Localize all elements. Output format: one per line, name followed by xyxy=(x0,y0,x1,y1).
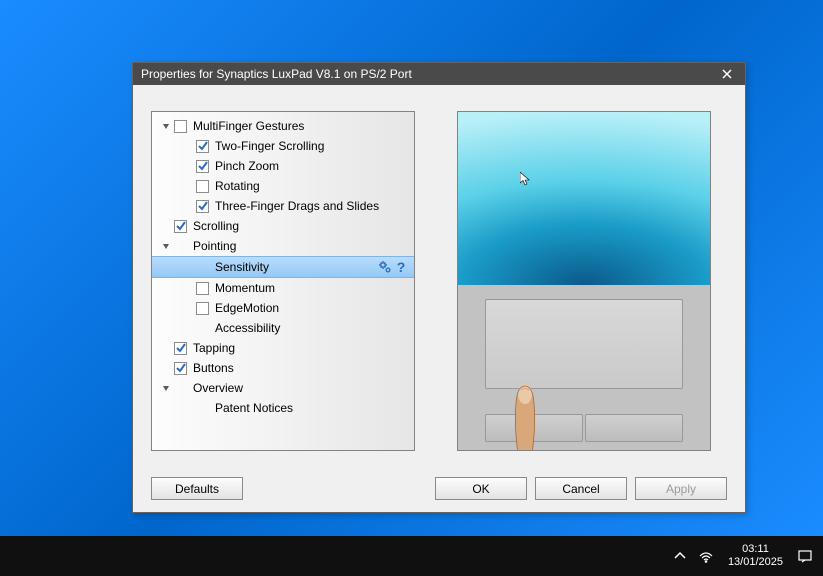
tree-item-sensitivity[interactable]: Sensitivity ? xyxy=(152,256,414,278)
taskbar[interactable]: 03:11 13/01/2025 xyxy=(0,536,823,576)
spacer xyxy=(182,261,194,273)
finger-illustration xyxy=(498,374,552,451)
svg-text:?: ? xyxy=(397,260,406,274)
tree-item-multifinger[interactable]: MultiFinger Gestures xyxy=(152,116,414,136)
spacer xyxy=(160,342,172,354)
tree-label: Sensitivity xyxy=(213,260,378,274)
spacer xyxy=(182,200,194,212)
close-icon xyxy=(722,69,732,79)
collapse-icon[interactable] xyxy=(160,382,172,394)
clock-time: 03:11 xyxy=(728,543,783,556)
apply-button: Apply xyxy=(635,477,727,500)
dialog-buttons: Defaults OK Cancel Apply xyxy=(151,477,727,500)
chevron-up-icon[interactable] xyxy=(672,548,688,564)
tree-label: EdgeMotion xyxy=(213,301,408,315)
spacer xyxy=(182,180,194,192)
notifications-icon[interactable] xyxy=(797,548,813,564)
checkbox-multifinger[interactable] xyxy=(174,120,187,133)
cursor-icon xyxy=(520,172,530,186)
tree-item-rotating[interactable]: Rotating xyxy=(152,176,414,196)
spacer xyxy=(160,362,172,374)
properties-dialog: Properties for Synaptics LuxPad V8.1 on … xyxy=(132,62,746,513)
spacer xyxy=(182,402,194,414)
collapse-icon[interactable] xyxy=(160,120,172,132)
system-tray: 03:11 13/01/2025 xyxy=(672,543,813,569)
tree-item-threefinger[interactable]: Three-Finger Drags and Slides xyxy=(152,196,414,216)
tree-label: Three-Finger Drags and Slides xyxy=(213,199,408,213)
tree-label: Overview xyxy=(191,381,408,395)
checkbox-edgemotion[interactable] xyxy=(196,302,209,315)
taskbar-clock[interactable]: 03:11 13/01/2025 xyxy=(728,543,783,569)
tree-label: Accessibility xyxy=(213,321,408,335)
tree-label: Tapping xyxy=(191,341,408,355)
preview-screen xyxy=(458,112,710,285)
checkbox-pinch[interactable] xyxy=(196,160,209,173)
tree-item-twofinger[interactable]: Two-Finger Scrolling xyxy=(152,136,414,156)
tree-item-pinch[interactable]: Pinch Zoom xyxy=(152,156,414,176)
tree-label: Buttons xyxy=(191,361,408,375)
spacer xyxy=(182,322,194,334)
cancel-button[interactable]: Cancel xyxy=(535,477,627,500)
tree-item-scrolling[interactable]: Scrolling xyxy=(152,216,414,236)
checkbox-scrolling[interactable] xyxy=(174,220,187,233)
tree-item-buttons[interactable]: Buttons xyxy=(152,358,414,378)
tree-item-patent[interactable]: Patent Notices xyxy=(152,398,414,418)
desktop: Properties for Synaptics LuxPad V8.1 on … xyxy=(0,0,823,536)
titlebar[interactable]: Properties for Synaptics LuxPad V8.1 on … xyxy=(133,63,745,85)
preview-panel xyxy=(457,111,711,451)
checkbox-rotating[interactable] xyxy=(196,180,209,193)
wifi-icon[interactable] xyxy=(698,548,714,564)
window-title: Properties for Synaptics LuxPad V8.1 on … xyxy=(141,67,717,81)
tree-label: Two-Finger Scrolling xyxy=(213,139,408,153)
tree-label: Rotating xyxy=(213,179,408,193)
checkbox-momentum[interactable] xyxy=(196,282,209,295)
spacer xyxy=(182,302,194,314)
tree-label: Momentum xyxy=(213,281,408,295)
preview-touchpad xyxy=(458,285,710,450)
tree-label: MultiFinger Gestures xyxy=(191,119,408,133)
tree-label: Patent Notices xyxy=(213,401,408,415)
checkbox-threefinger[interactable] xyxy=(196,200,209,213)
checkbox-buttons[interactable] xyxy=(174,362,187,375)
spacer xyxy=(182,160,194,172)
settings-icon[interactable] xyxy=(378,260,392,274)
settings-tree[interactable]: MultiFinger Gestures Two-Finger Scrollin… xyxy=(151,111,415,451)
touchpad-right-button xyxy=(585,414,683,442)
tree-item-overview[interactable]: Overview xyxy=(152,378,414,398)
help-icon[interactable]: ? xyxy=(394,260,408,274)
tree-label: Scrolling xyxy=(191,219,408,233)
ok-button[interactable]: OK xyxy=(435,477,527,500)
checkbox-tapping[interactable] xyxy=(174,342,187,355)
tree-label: Pinch Zoom xyxy=(213,159,408,173)
spacer xyxy=(160,220,172,232)
tree-label: Pointing xyxy=(191,239,408,253)
dialog-content: MultiFinger Gestures Two-Finger Scrollin… xyxy=(133,85,745,512)
spacer xyxy=(182,140,194,152)
tree-item-momentum[interactable]: Momentum xyxy=(152,278,414,298)
tree-item-tapping[interactable]: Tapping xyxy=(152,338,414,358)
checkbox-twofinger[interactable] xyxy=(196,140,209,153)
tree-item-accessibility[interactable]: Accessibility xyxy=(152,318,414,338)
tree-item-pointing[interactable]: Pointing xyxy=(152,236,414,256)
clock-date: 13/01/2025 xyxy=(728,556,783,569)
spacer xyxy=(182,282,194,294)
collapse-icon[interactable] xyxy=(160,240,172,252)
tree-item-edgemotion[interactable]: EdgeMotion xyxy=(152,298,414,318)
defaults-button[interactable]: Defaults xyxy=(151,477,243,500)
close-button[interactable] xyxy=(717,65,737,83)
